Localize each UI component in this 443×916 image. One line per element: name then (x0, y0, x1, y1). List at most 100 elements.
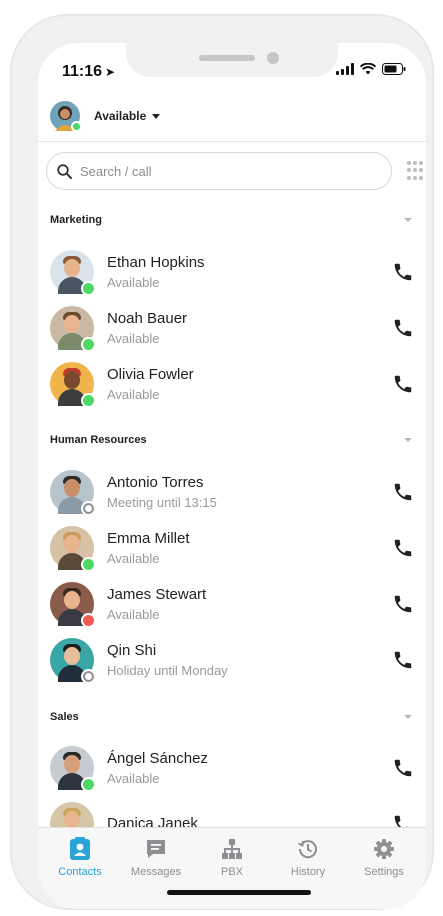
contact-row[interactable]: James Stewart Available (50, 580, 414, 628)
settings-icon (371, 836, 397, 862)
contact-info: Ángel Sánchez Available (107, 749, 392, 788)
phone-icon[interactable] (392, 757, 414, 779)
wifi-icon (360, 63, 376, 75)
chevron-down-icon[interactable] (404, 438, 412, 442)
contact-status: Available (107, 770, 160, 786)
header-divider (38, 141, 426, 142)
battery-icon (382, 63, 406, 75)
phone-icon[interactable] (392, 317, 414, 339)
tab-bar: Contacts Messages PBX History Settings (38, 827, 426, 909)
tab-label: Settings (364, 866, 404, 878)
avatar (50, 746, 96, 792)
section-title: Sales (50, 711, 79, 723)
search-input[interactable] (80, 163, 360, 179)
phone-icon[interactable] (392, 649, 414, 671)
contact-row[interactable]: Emma Millet Available (50, 524, 414, 572)
status-bar: 11:16 ➤ (38, 43, 426, 99)
contact-name: Noah Bauer (107, 309, 188, 327)
contact-row[interactable]: Ángel Sánchez Available (50, 744, 414, 792)
presence-dot (81, 669, 96, 684)
avatar (50, 638, 96, 684)
contact-row[interactable]: Olivia Fowler Available (50, 360, 414, 408)
notch (126, 43, 338, 77)
speaker (199, 55, 255, 61)
contact-row[interactable]: Antonio Torres Meeting until 13:15 (50, 468, 414, 516)
status-time: 11:16 ➤ (62, 63, 115, 81)
presence-dot (81, 281, 96, 296)
chevron-down-icon (152, 113, 161, 119)
tab-label: History (290, 866, 326, 878)
status-icons (336, 63, 406, 75)
avatar (50, 470, 96, 516)
section-title: Human Resources (50, 434, 147, 446)
presence-dot (81, 393, 96, 408)
contacts-icon (67, 836, 93, 862)
clock: 11:16 (62, 63, 103, 80)
phone-icon[interactable] (392, 593, 414, 615)
tab-label: PBX (220, 866, 243, 878)
tab-pbx[interactable]: PBX (196, 836, 268, 878)
contact-info: Noah Bauer Available (107, 309, 392, 348)
dialpad-icon[interactable] (407, 161, 423, 181)
phone-icon[interactable] (392, 481, 414, 503)
contact-name: Ángel Sánchez (107, 749, 208, 767)
contact-status: Available (107, 330, 160, 346)
contact-row[interactable]: Ethan Hopkins Available (50, 248, 414, 296)
section-title: Marketing (50, 214, 102, 226)
avatar (50, 362, 96, 408)
presence-dot (81, 557, 96, 572)
tab-contacts[interactable]: Contacts (44, 836, 116, 878)
contact-name: Qin Shi (107, 641, 157, 659)
contact-status: Available (107, 274, 160, 290)
contact-name: Ethan Hopkins (107, 253, 205, 271)
avatar (50, 306, 96, 352)
app-screen: 11:16 ➤ Available Search / call Marketin… (38, 43, 426, 909)
presence-dot (81, 613, 96, 628)
contact-info: Qin Shi Holiday until Monday (107, 641, 392, 680)
section-human-resources[interactable]: Human Resources (50, 434, 414, 446)
pbx-icon (219, 836, 245, 862)
phone-icon[interactable] (392, 261, 414, 283)
contact-name: Antonio Torres (107, 473, 204, 491)
tab-label: Contacts (58, 866, 102, 878)
contact-status: Available (107, 606, 160, 622)
my-avatar[interactable] (50, 101, 82, 132)
search-bar[interactable] (46, 152, 392, 190)
tab-history[interactable]: History (272, 836, 344, 878)
tab-settings[interactable]: Settings (348, 836, 420, 878)
contact-status: Meeting until 13:15 (107, 494, 217, 510)
presence-dot (81, 777, 96, 792)
contact-row[interactable]: Noah Bauer Available (50, 304, 414, 352)
contact-name: Emma Millet (107, 529, 190, 547)
contact-info: Ethan Hopkins Available (107, 253, 392, 292)
avatar (50, 582, 96, 628)
home-indicator[interactable] (167, 890, 311, 895)
contact-name: James Stewart (107, 585, 207, 603)
contact-status: Available (107, 550, 160, 566)
avatar (50, 250, 96, 296)
my-status-dot (71, 121, 82, 132)
search-icon (57, 163, 72, 179)
history-icon (295, 836, 321, 862)
section-marketing[interactable]: Marketing (50, 214, 414, 226)
camera (267, 52, 279, 64)
presence-label: Available (94, 109, 147, 123)
contact-row[interactable]: Qin Shi Holiday until Monday (50, 636, 414, 684)
contact-info: James Stewart Available (107, 585, 392, 624)
chevron-down-icon[interactable] (404, 218, 412, 222)
messages-icon (143, 836, 169, 862)
section-sales[interactable]: Sales (50, 711, 414, 723)
tab-label: Messages (130, 866, 182, 878)
tab-messages[interactable]: Messages (120, 836, 192, 878)
contact-name: Olivia Fowler (107, 365, 194, 383)
cellular-signal-icon (336, 63, 354, 75)
presence-dot (81, 337, 96, 352)
presence-selector[interactable]: Available (50, 101, 161, 132)
phone-icon[interactable] (392, 373, 414, 395)
presence-dot (81, 501, 96, 516)
phone-icon[interactable] (392, 537, 414, 559)
contact-info: Olivia Fowler Available (107, 365, 392, 404)
chevron-down-icon[interactable] (404, 715, 412, 719)
location-arrow-icon: ➤ (105, 65, 116, 79)
avatar (50, 526, 96, 572)
